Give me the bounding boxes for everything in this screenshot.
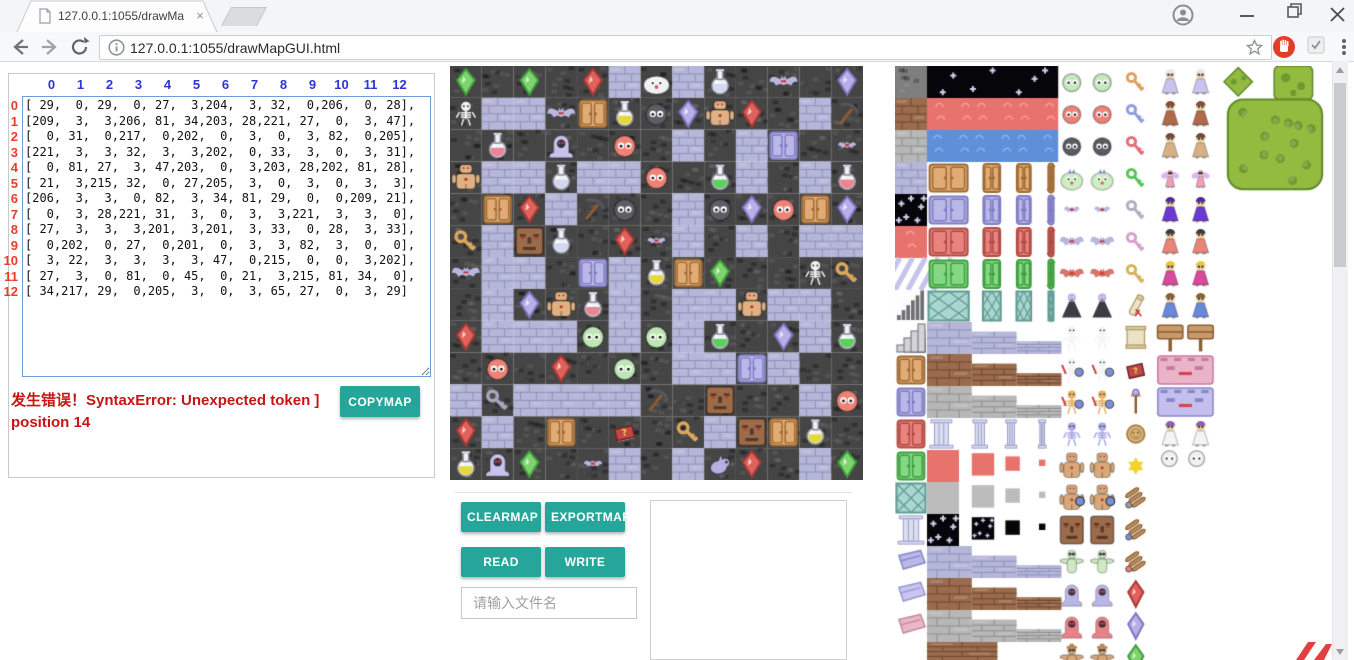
col-header: 7 <box>240 77 269 92</box>
col-header: 6 <box>211 77 240 92</box>
back-icon[interactable] <box>8 35 32 59</box>
col-header: 3 <box>124 77 153 92</box>
restore-button[interactable] <box>1270 0 1315 28</box>
info-icon[interactable] <box>108 39 125 61</box>
scrollbar-down-icon[interactable] <box>1336 649 1344 655</box>
row-header: 10 <box>2 253 18 269</box>
col-header: 12 <box>385 77 414 92</box>
row-header: 6 <box>2 191 18 207</box>
map-matrix-textarea[interactable] <box>22 96 431 377</box>
matrix-panel: 0123456789101112 0123456789101112 发生错误！S… <box>8 73 435 478</box>
row-header: 8 <box>2 222 18 238</box>
col-header: 5 <box>182 77 211 92</box>
bookmark-star-icon[interactable] <box>1246 39 1263 61</box>
tab-close-icon[interactable]: × <box>192 8 208 24</box>
menu-dots-icon[interactable] <box>1336 35 1352 64</box>
col-header: 8 <box>269 77 298 92</box>
scrollbar-up-icon[interactable] <box>1336 67 1344 73</box>
scrollbar-thumb[interactable] <box>1334 83 1346 267</box>
close-window-button[interactable] <box>1315 0 1354 28</box>
col-header: 0 <box>37 77 66 92</box>
row-header: 9 <box>2 238 18 254</box>
browser-tab[interactable]: 127.0.0.1:1055/drawMa × <box>16 0 218 32</box>
new-tab-button[interactable] <box>221 7 267 26</box>
row-header: 11 <box>2 269 18 285</box>
divider <box>455 492 852 493</box>
tab-title: 127.0.0.1:1055/drawMa <box>58 9 186 23</box>
clearmap-button[interactable]: CLEARMAP <box>461 502 541 532</box>
output-box[interactable] <box>650 500 847 660</box>
row-header: 7 <box>2 207 18 223</box>
col-header: 11 <box>356 77 385 92</box>
address-bar[interactable]: 127.0.0.1:1055/drawMapGUI.html <box>99 35 1272 60</box>
page-scrollbar[interactable] <box>1332 61 1348 660</box>
col-header: 1 <box>66 77 95 92</box>
browser-toolbar: 127.0.0.1:1055/drawMapGUI.html <box>0 32 1354 62</box>
forward-icon[interactable] <box>38 35 62 59</box>
col-header: 4 <box>153 77 182 92</box>
filename-input[interactable] <box>461 587 637 619</box>
write-button[interactable]: WRITE <box>545 547 625 577</box>
error-message: 发生错误！SyntaxError: Unexpected token ] pos… <box>11 390 347 434</box>
browser-window: 127.0.0.1:1055/drawMa × <box>0 0 1354 660</box>
row-header: 3 <box>2 145 18 161</box>
row-header: 4 <box>2 160 18 176</box>
row-header: 2 <box>2 129 18 145</box>
minimize-button[interactable] <box>1225 0 1270 28</box>
row-header: 5 <box>2 176 18 192</box>
extension-check-icon[interactable] <box>1306 35 1326 60</box>
read-button[interactable]: READ <box>461 547 541 577</box>
url-text[interactable]: 127.0.0.1:1055/drawMapGUI.html <box>130 40 340 56</box>
copymap-button[interactable]: COPYMAP <box>340 386 420 417</box>
col-header: 9 <box>298 77 327 92</box>
reload-icon[interactable] <box>68 35 92 59</box>
extension-hand-icon[interactable] <box>1272 35 1296 64</box>
exportmap-button[interactable]: EXPORTMAP <box>545 502 625 532</box>
partial-red-graphic <box>1290 638 1332 660</box>
map-canvas[interactable] <box>450 66 863 480</box>
tileset-canvas[interactable] <box>895 66 1331 660</box>
row-header: 1 <box>2 114 18 130</box>
col-header: 10 <box>327 77 356 92</box>
col-header: 2 <box>95 77 124 92</box>
row-header: 12 <box>2 284 18 300</box>
tab-bar: 127.0.0.1:1055/drawMa × <box>0 0 1354 33</box>
profile-icon[interactable] <box>1172 4 1194 26</box>
row-header: 0 <box>2 98 18 114</box>
